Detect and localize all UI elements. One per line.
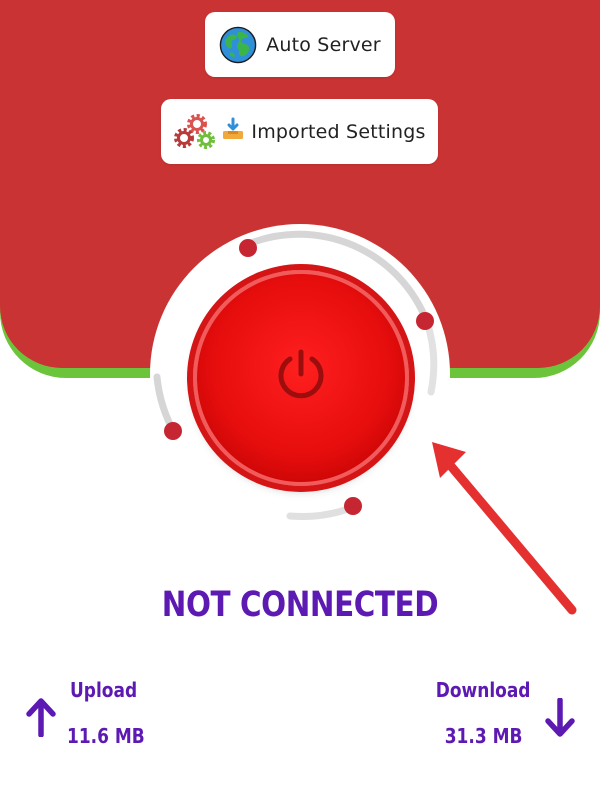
arrow-down-icon [545, 698, 575, 737]
connection-status: NOT CONNECTED [161, 585, 439, 625]
upload-label: Upload [70, 678, 138, 702]
settings-select-button[interactable]: Imported Settings [161, 99, 438, 164]
globe-icon [219, 26, 257, 63]
download-value: 31.3 MB [444, 724, 522, 748]
power-icon [278, 349, 324, 399]
server-label: Auto Server [266, 33, 381, 56]
connect-power-button[interactable] [193, 270, 409, 486]
ring-dot [344, 497, 362, 515]
settings-label: Imported Settings [251, 120, 426, 143]
ring-dot [164, 422, 182, 440]
gears-icon [174, 113, 216, 149]
server-select-button[interactable]: Auto Server [205, 12, 395, 77]
download-label: Download [435, 678, 530, 702]
arrow-up-icon [26, 698, 56, 737]
tray-download-icon [223, 117, 244, 139]
upload-value: 11.6 MB [67, 724, 145, 748]
ring-dot [239, 239, 257, 257]
ring-dot [416, 312, 434, 330]
